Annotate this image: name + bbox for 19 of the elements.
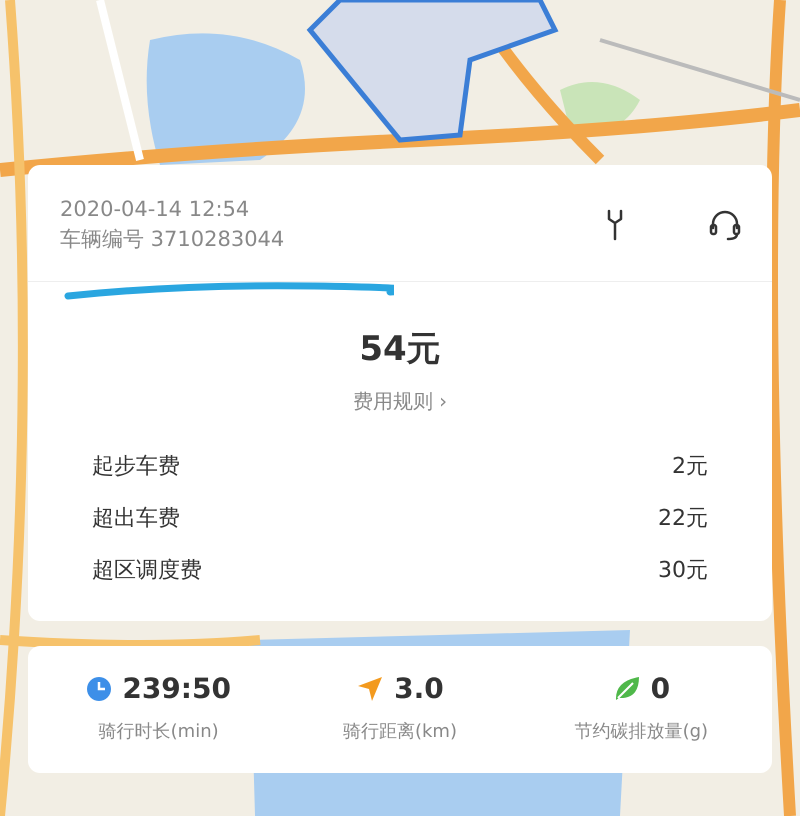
- stat-label: 骑行距离(km): [342, 720, 457, 743]
- fee-amount: 2元: [672, 453, 708, 481]
- total-fare: 54元: [358, 328, 442, 371]
- stat-value: 239:50: [122, 672, 231, 705]
- fee-label: 超区调度费: [92, 557, 202, 585]
- stat-label: 节约碳排放量(g): [574, 720, 708, 743]
- stat-label: 骑行时长(min): [98, 720, 219, 743]
- clock-icon: [86, 676, 112, 702]
- headset-icon[interactable]: [708, 208, 742, 242]
- fee-amount: 22元: [658, 505, 708, 533]
- fee-label: 起步车费: [92, 453, 180, 481]
- vehicle-number: 车辆编号 3710283044: [60, 226, 286, 253]
- trip-datetime: 2020-04-14 12:54: [60, 197, 250, 221]
- stat-value: 3.0: [394, 672, 444, 705]
- fee-amount: 30元: [658, 557, 708, 585]
- stat-value: 0: [650, 672, 670, 705]
- fee-rules-link[interactable]: 费用规则 ›: [352, 388, 448, 415]
- fee-label: 超出车费: [92, 505, 180, 533]
- navigation-arrow-icon: [356, 674, 384, 702]
